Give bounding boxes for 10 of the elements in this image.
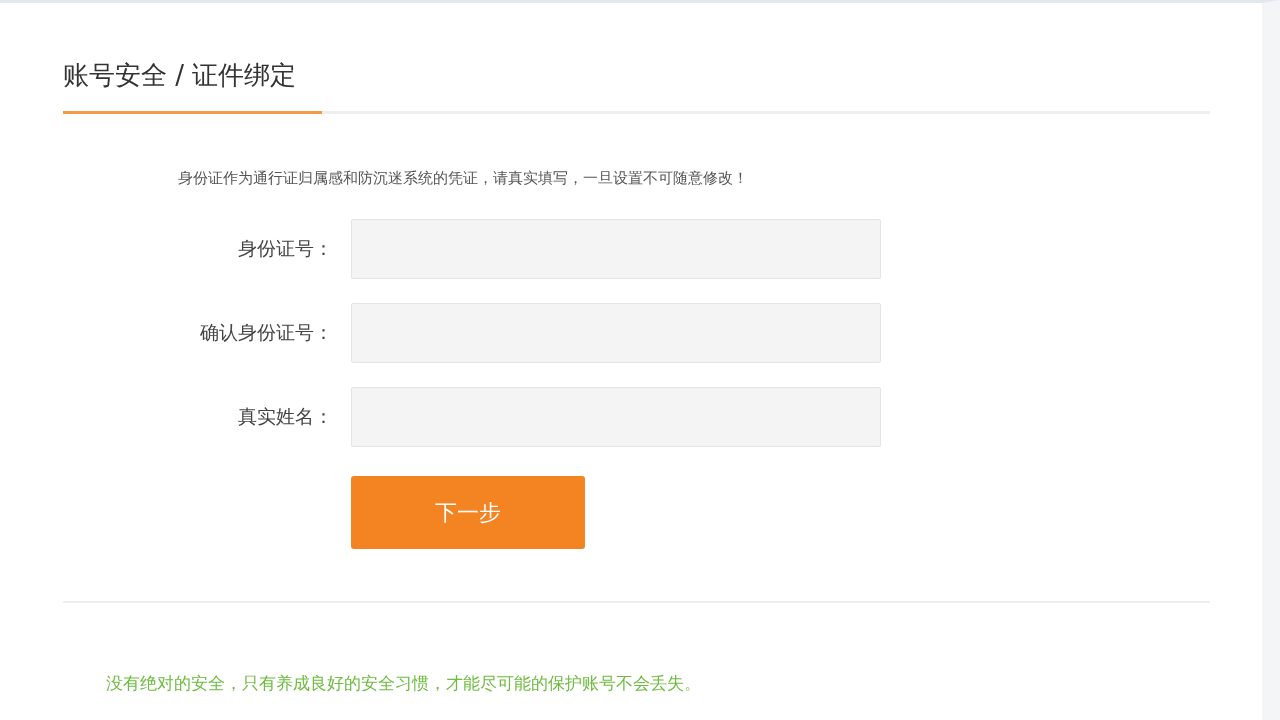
field-label: 真实姓名： bbox=[237, 404, 334, 429]
notice-text: 身份证作为通行证归属感和防沉迷系统的凭证，请真实填写，一旦设置不可随意修改！ bbox=[178, 168, 749, 189]
field-label: 确认身份证号： bbox=[199, 320, 334, 345]
page-title: 账号安全 / 证件绑定 bbox=[63, 59, 298, 92]
field-label: 身份证号： bbox=[237, 236, 334, 261]
tip-text: 没有绝对的安全，只有养成良好的安全习惯，才能尽可能的保护账号不会丢失。 bbox=[106, 672, 702, 695]
input-field[interactable] bbox=[351, 219, 881, 279]
next-button[interactable]: 下一步 bbox=[351, 476, 585, 549]
input-field[interactable] bbox=[351, 303, 881, 363]
input-field[interactable] bbox=[351, 387, 881, 447]
